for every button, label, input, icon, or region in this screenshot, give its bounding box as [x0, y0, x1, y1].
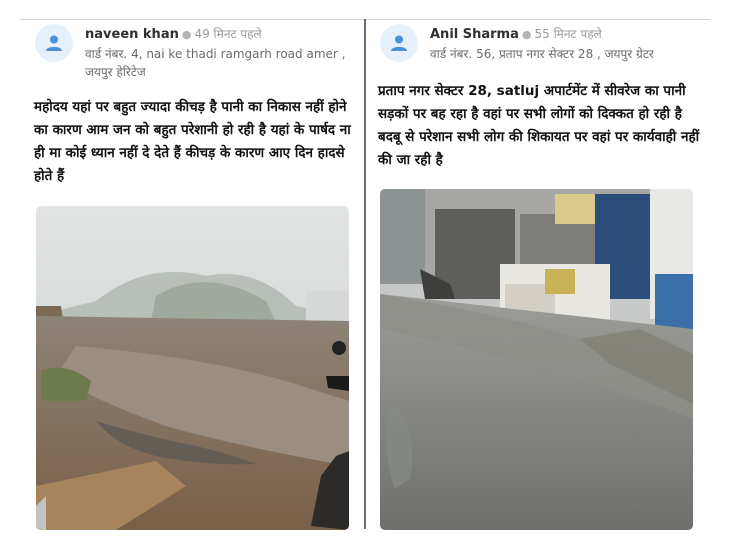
complaint-text: महोदय यहां पर बहुत ज्यादा कीचड़ है पानी …: [34, 99, 351, 184]
author-name[interactable]: naveen khan: [85, 27, 179, 42]
complaint-text: प्रताप नगर सेक्टर 28, satluj अपार्टमेंट …: [378, 83, 700, 168]
author-name[interactable]: Anil Sharma: [430, 27, 519, 42]
post-time: 55 मिनट पहले: [534, 27, 602, 41]
author-line: naveen khan ● 49 मिनट पहले: [85, 25, 262, 42]
complaint-photo[interactable]: [380, 189, 693, 530]
ward-location: वार्ड नंबर. 56, प्रताप नगर सेक्टर 28 , ज…: [430, 47, 654, 61]
user-icon: [391, 35, 407, 51]
post-time: 49 मिनट पहले: [194, 27, 262, 41]
author-line: Anil Sharma ● 55 मिनट पहले: [430, 25, 602, 42]
complaint-photo[interactable]: [36, 206, 349, 530]
user-icon: [46, 35, 62, 51]
complaint-card-2[interactable]: Anil Sharma ● 55 मिनट पहले वार्ड नंबर. 56,…: [376, 20, 706, 530]
avatar[interactable]: [35, 24, 73, 62]
complaint-card-1[interactable]: naveen khan ● 49 मिनट पहले वार्ड नंबर. 4, …: [30, 20, 360, 530]
ward-location: वार्ड नंबर. 4, nai ke thadi ramgarh road…: [85, 47, 346, 79]
column-divider: [364, 19, 366, 529]
separator-dot: ●: [521, 28, 532, 41]
avatar[interactable]: [380, 24, 418, 62]
separator-dot: ●: [181, 28, 192, 41]
